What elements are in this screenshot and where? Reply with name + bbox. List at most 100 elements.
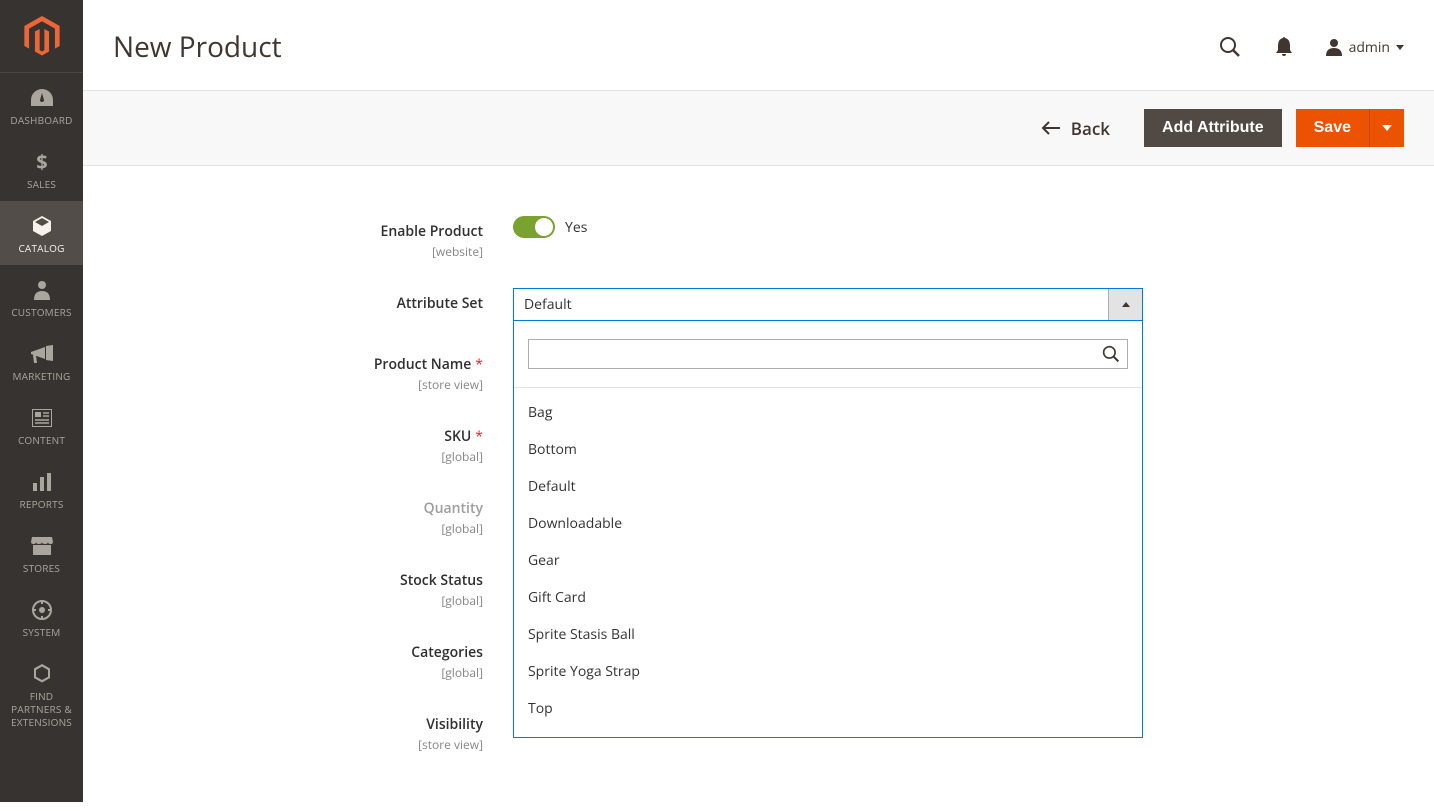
search-icon [1219,36,1241,58]
page-title: New Product [113,28,282,66]
content-icon [31,407,53,429]
nav-label: CONTENT [18,434,65,447]
attribute-set-select[interactable]: Default [513,288,1143,321]
attribute-set-option[interactable]: Downloadable [514,505,1142,542]
save-dropdown-toggle[interactable] [1369,109,1404,147]
product-name-scope: [store view] [243,376,483,393]
label-col: Categories [global] [243,637,513,681]
nav-label: STORES [23,562,60,575]
attribute-set-option[interactable]: Sprite Stasis Ball [514,616,1142,653]
attribute-set-options-list: Bag Bottom Default Downloadable Gear Gif… [514,388,1142,737]
user-icon [1325,38,1343,56]
stock-status-scope: [global] [243,592,483,609]
arrow-left-icon [1041,121,1061,135]
attribute-set-value: Default [524,295,572,314]
admin-username: admin [1349,38,1390,57]
search-icon-in-dropdown [1102,345,1120,363]
nav-label: SYSTEM [23,626,61,639]
notifications-button[interactable] [1271,34,1297,60]
svg-text:$: $ [36,151,47,173]
required-mark: * [475,355,483,374]
nav-label: CUSTOMERS [11,306,71,319]
toggle-value: Yes [565,218,587,237]
action-toolbar: Back Add Attribute Save [83,90,1434,166]
customers-icon [31,279,53,301]
label-col: Visibility [store view] [243,709,513,753]
sidebar-item-sales[interactable]: $ SALES [0,137,83,201]
nav-label: DASHBOARD [10,114,72,127]
sidebar-item-customers[interactable]: CUSTOMERS [0,265,83,329]
visibility-label: Visibility [426,715,483,734]
back-button[interactable]: Back [1041,117,1110,140]
attribute-set-option[interactable]: Gift Card [514,579,1142,616]
select-caret [1108,289,1142,320]
attribute-set-option[interactable]: Bottom [514,431,1142,468]
reports-icon [31,471,53,493]
chevron-down-icon [1396,45,1404,50]
label-col: Quantity [global] [243,493,513,537]
logo[interactable] [0,0,83,73]
attribute-set-search-input[interactable] [528,339,1128,369]
nav-label: FIND PARTNERS & EXTENSIONS [4,690,79,729]
sidebar-item-marketing[interactable]: MARKETING [0,329,83,393]
enable-product-label: Enable Product [381,222,483,241]
save-split-button: Save [1296,109,1404,147]
nav-label: MARKETING [12,370,70,383]
sidebar-item-reports[interactable]: REPORTS [0,457,83,521]
system-icon [31,599,53,621]
attribute-set-option[interactable]: Gear [514,542,1142,579]
search-button[interactable] [1217,34,1243,60]
search-icon [1102,345,1120,363]
dropdown-search-wrap [514,321,1142,388]
required-mark: * [475,427,483,446]
sku-scope: [global] [243,448,483,465]
product-form: Enable Product [website] Yes Attribute S… [83,166,1283,811]
sidebar-item-dashboard[interactable]: DASHBOARD [0,73,83,137]
control-col: Yes [513,216,1253,238]
sku-label: SKU [444,427,471,446]
partners-icon [31,663,53,685]
caret-up-icon [1122,302,1130,307]
add-attribute-button[interactable]: Add Attribute [1144,109,1282,147]
attribute-set-label: Attribute Set [397,294,483,313]
main-content: New Product admin Back Add Attribute Sav… [83,0,1434,811]
quantity-scope: [global] [243,520,483,537]
sidebar-item-catalog[interactable]: CATALOG [0,201,83,265]
visibility-scope: [store view] [243,736,483,753]
row-enable-product: Enable Product [website] Yes [243,216,1253,260]
stock-status-label: Stock Status [400,571,483,590]
product-name-label: Product Name [374,355,471,374]
attribute-set-option[interactable]: Default [514,468,1142,505]
categories-scope: [global] [243,664,483,681]
header-actions: admin [1217,34,1404,60]
catalog-icon [31,215,53,237]
attribute-set-option[interactable]: Sprite Yoga Strap [514,653,1142,690]
nav-label: CATALOG [18,242,64,255]
sidebar-item-system[interactable]: SYSTEM [0,585,83,649]
attribute-set-option[interactable]: Bag [514,394,1142,431]
nav-label: SALES [27,178,56,191]
sidebar-item-content[interactable]: CONTENT [0,393,83,457]
label-col: Stock Status [global] [243,565,513,609]
magento-logo-icon [24,16,60,56]
quantity-label: Quantity [424,499,483,518]
bell-icon [1275,37,1293,57]
back-label: Back [1071,117,1110,140]
caret-down-icon [1382,125,1392,131]
label-col: Attribute Set [243,288,513,313]
page-header: New Product admin [83,0,1434,90]
sales-icon: $ [31,151,53,173]
sidebar-item-stores[interactable]: STORES [0,521,83,585]
dashboard-icon [31,87,53,109]
attribute-set-dropdown: Bag Bottom Default Downloadable Gear Gif… [513,321,1143,738]
toggle-thumb [535,218,553,236]
enable-product-toggle[interactable]: Yes [513,216,1253,238]
label-col: SKU* [global] [243,421,513,465]
sidebar-item-partners[interactable]: FIND PARTNERS & EXTENSIONS [0,649,83,739]
attribute-set-option[interactable]: Top [514,690,1142,727]
toggle-track [513,216,555,238]
row-attribute-set: Attribute Set Default [243,288,1253,321]
admin-user-menu[interactable]: admin [1325,38,1404,57]
control-col: Default Bag Bottom Defau [513,288,1253,321]
save-button[interactable]: Save [1296,109,1369,147]
